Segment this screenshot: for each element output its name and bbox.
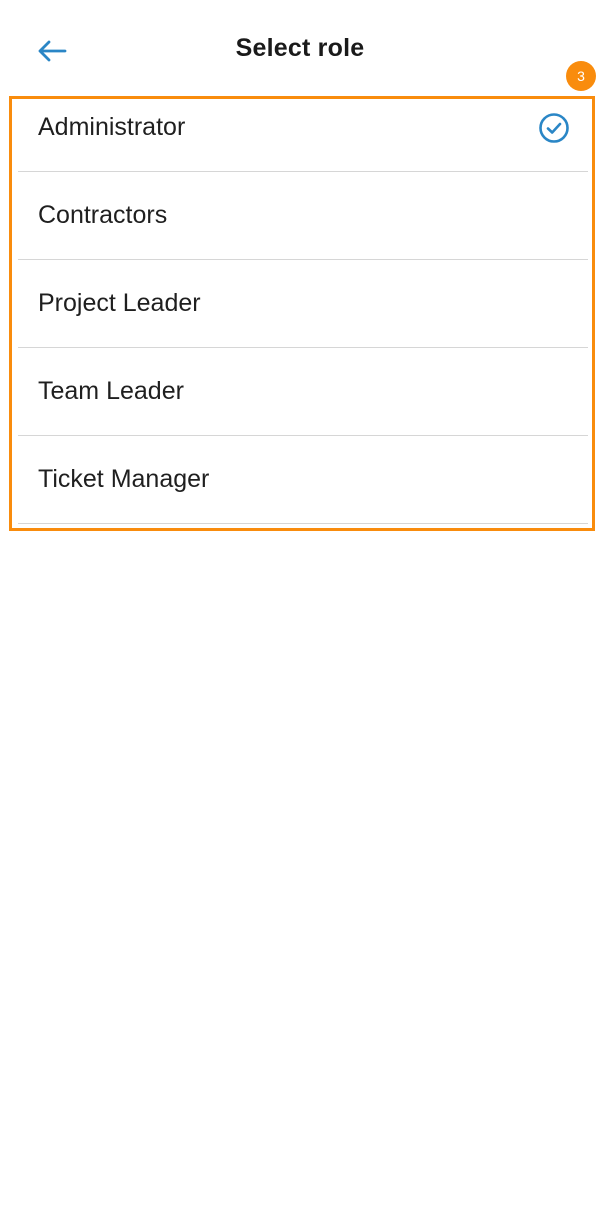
role-label: Contractors: [38, 201, 168, 229]
role-item-project-leader[interactable]: Project Leader: [18, 260, 588, 348]
page-title: Select role: [235, 34, 365, 62]
role-label: Ticket Manager: [38, 465, 210, 493]
role-item-administrator[interactable]: Administrator: [18, 84, 588, 172]
role-list: Administrator Contractors Project Leader…: [18, 84, 588, 524]
role-label: Administrator: [38, 113, 186, 141]
role-item-team-leader[interactable]: Team Leader: [18, 348, 588, 436]
role-item-contractors[interactable]: Contractors: [18, 172, 588, 260]
role-label: Team Leader: [38, 377, 184, 405]
role-label: Project Leader: [38, 289, 201, 317]
role-item-ticket-manager[interactable]: Ticket Manager: [18, 436, 588, 524]
check-circle-icon: [539, 113, 569, 143]
